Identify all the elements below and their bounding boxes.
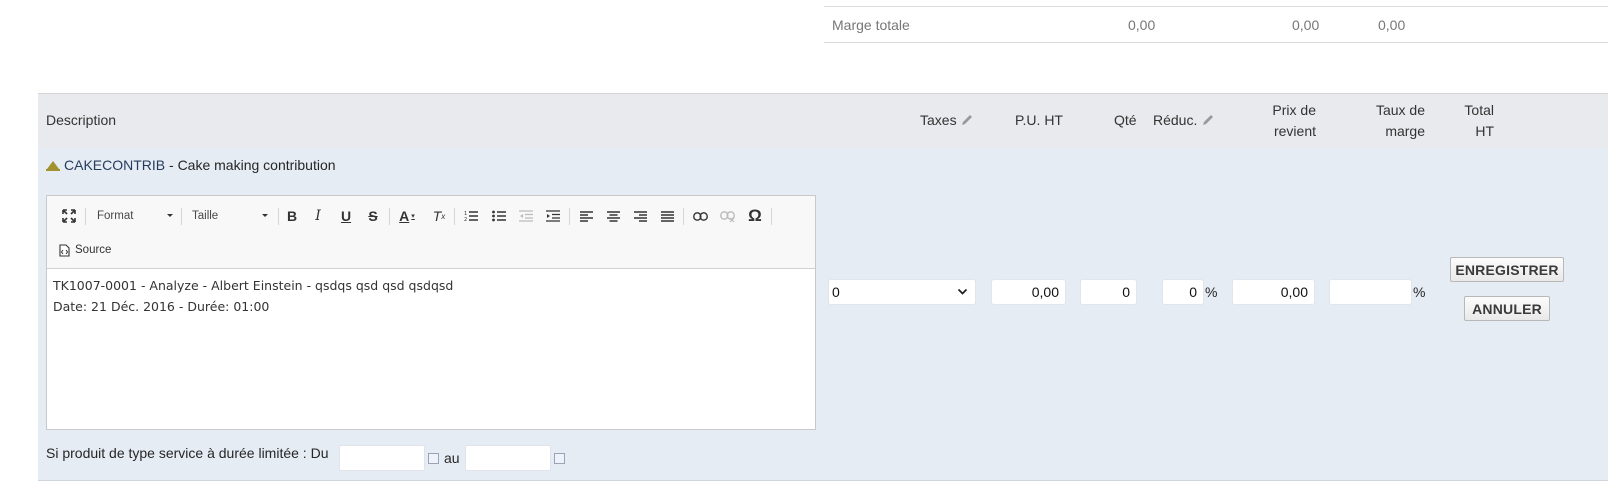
product-line: CAKECONTRIB - Cake making contribution [46,157,336,173]
edit-pencil-icon[interactable] [960,113,974,127]
cancel-button[interactable]: ANNULER [1464,296,1550,321]
size-combo-label: Taille [192,210,219,222]
col-pu-ht: P.U. HT [1015,112,1063,128]
format-combo[interactable]: Format [97,205,173,227]
calendar-icon[interactable] [428,453,439,464]
service-icon [46,161,60,171]
total-margin-value-3: 0,00 [1378,17,1406,33]
line-edit-zone: CAKECONTRIB - Cake making contribution F… [38,148,1608,481]
col-description: Description [46,112,117,128]
justify-icon[interactable] [655,204,679,228]
align-right-icon[interactable] [628,204,652,228]
bold-icon[interactable]: B [280,204,304,228]
margin-rate-input[interactable] [1329,279,1412,305]
buy-price-input[interactable]: 0,00 [1232,279,1315,305]
service-duration-label: Si produit de type service à durée limit… [46,445,329,461]
format-combo-label: Format [97,210,134,222]
calendar-icon[interactable] [554,453,565,464]
product-ref-link[interactable]: CAKECONTRIB [64,157,165,173]
source-label: Source [75,244,112,256]
col-qty: Qté [1114,112,1137,128]
unit-price-input[interactable]: 0,00 [991,279,1066,305]
col-buy-price: Prix de revient [1268,100,1316,142]
text-color-icon[interactable]: A ▾ [395,204,419,228]
align-center-icon[interactable] [601,204,625,228]
col-taxes: Taxes [920,110,974,131]
tax-rate-select[interactable]: 0 [828,279,976,305]
margin-percent-label: % [1413,284,1426,300]
tax-rate-value: 0 [832,284,840,300]
col-total-ht-line2: HT [1475,123,1494,139]
discount-input[interactable]: 0 [1162,279,1204,305]
source-button[interactable]: Source [59,240,111,260]
discount-percent-label: % [1205,284,1218,300]
unlink-icon[interactable] [715,204,739,228]
col-reduc: Réduc. [1153,110,1215,131]
date-to-label: au [444,450,460,466]
description-editor[interactable]: Format Taille B I U S A ▾ Tx 12 Ω Source… [46,195,816,430]
editor-content-line-1: TK1007-0001 - Analyze - Albert Einstein … [53,278,454,293]
col-margin-rate-line1: Taux de [1375,102,1425,118]
editor-content-line-2: Date: 21 Déc. 2016 - Durée: 01:00 [53,298,270,314]
total-margin-row: Marge totale 0,00 0,00 0,00 [824,6,1608,43]
col-buy-price-line2: revient [1273,123,1316,139]
save-button[interactable]: ENREGISTRER [1450,257,1564,282]
svg-text:2: 2 [464,217,467,222]
source-icon [59,243,70,257]
total-margin-label: Marge totale [832,17,910,33]
size-combo[interactable]: Taille [192,205,268,227]
date-end-input[interactable] [465,445,551,471]
col-total-ht: Total HT [1454,100,1494,142]
date-start-input[interactable] [339,445,425,471]
quantity-input[interactable]: 0 [1080,279,1137,305]
indent-icon[interactable] [541,204,565,228]
col-buy-price-line1: Prix de [1272,102,1316,118]
remove-format-icon[interactable]: Tx [427,204,451,228]
editor-toolbar: Format Taille B I U S A ▾ Tx 12 Ω Source [47,196,815,269]
col-margin-rate-line2: marge [1385,123,1425,139]
col-taxes-label: Taxes [920,112,957,128]
align-left-icon[interactable] [574,204,598,228]
numbered-list-icon[interactable]: 12 [459,204,483,228]
edit-pencil-icon[interactable] [1201,113,1215,127]
outdent-icon[interactable] [514,204,538,228]
col-margin-rate: Taux de marge [1372,100,1425,142]
special-char-icon[interactable]: Ω [743,204,767,228]
product-label: - Cake making contribution [165,157,336,173]
col-total-ht-line1: Total [1464,102,1494,118]
strikethrough-icon[interactable]: S [361,204,385,228]
chevron-down-icon [957,288,968,295]
bullet-list-icon[interactable] [487,204,511,228]
editor-content[interactable]: TK1007-0001 - Analyze - Albert Einstein … [53,276,453,317]
link-icon[interactable] [688,204,712,228]
col-reduc-label: Réduc. [1153,112,1198,128]
underline-icon[interactable]: U [334,204,358,228]
total-margin-value-1: 0,00 [1128,17,1156,33]
lines-table-header: Description Taxes P.U. HT Qté Réduc. Pri… [38,93,1608,148]
total-margin-value-2: 0,00 [1292,17,1320,33]
maximize-icon[interactable] [57,204,81,228]
italic-icon[interactable]: I [306,204,330,228]
